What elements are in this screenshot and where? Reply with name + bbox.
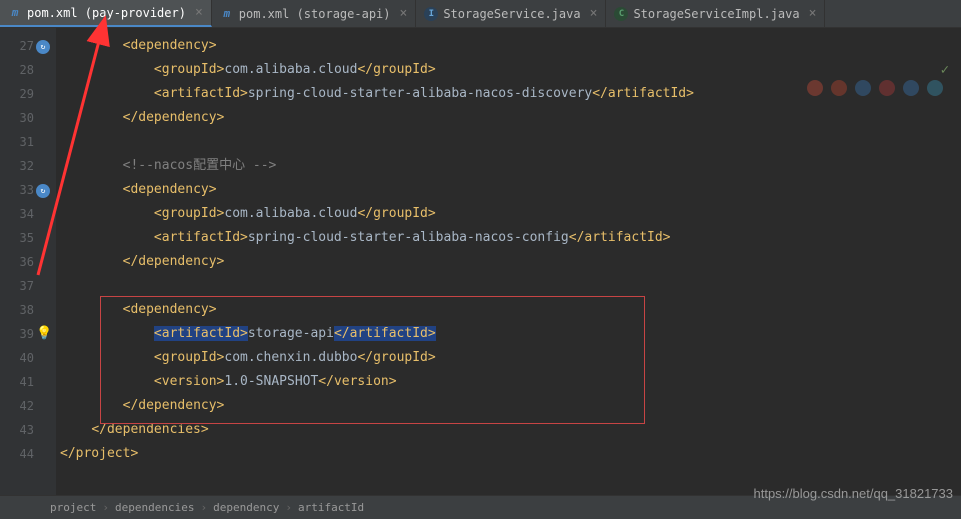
maven-icon: m (8, 6, 22, 20)
chrome-icon[interactable] (807, 80, 823, 96)
line-number: 30 (0, 106, 56, 130)
opera-icon[interactable] (879, 80, 895, 96)
tab-pom-storage-api[interactable]: m pom.xml (storage-api) × (212, 0, 417, 27)
code-line: <dependency> (56, 298, 961, 322)
code-line: <!--nacos配置中心 --> (56, 154, 961, 178)
close-icon[interactable]: × (400, 6, 408, 21)
line-number: 34 (0, 202, 56, 226)
tab-storage-service-impl[interactable]: C StorageServiceImpl.java × (606, 0, 825, 27)
bulb-icon[interactable]: 💡 (36, 322, 52, 346)
line-number: 42 (0, 394, 56, 418)
breadcrumb-item[interactable]: dependencies (113, 501, 196, 514)
line-number: 29 (0, 82, 56, 106)
breadcrumb-item[interactable]: dependency (211, 501, 281, 514)
tab-label: StorageService.java (443, 7, 580, 21)
breadcrumb-item[interactable]: artifactId (296, 501, 366, 514)
maven-icon: m (220, 7, 234, 21)
editor-tabs: m pom.xml (pay-provider) × m pom.xml (st… (0, 0, 961, 28)
code-line: </dependencies> (56, 418, 961, 442)
code-line (56, 130, 961, 154)
close-icon[interactable]: × (809, 6, 817, 21)
line-number: 44 (0, 442, 56, 466)
line-number: 37 (0, 274, 56, 298)
safari-icon[interactable] (855, 80, 871, 96)
tab-label: StorageServiceImpl.java (633, 7, 799, 21)
line-number: 38 (0, 298, 56, 322)
code-area[interactable]: <dependency> <groupId>com.alibaba.cloud<… (56, 28, 961, 495)
line-number: 32 (0, 154, 56, 178)
code-line (56, 274, 961, 298)
java-class-icon: C (614, 7, 628, 21)
gutter-mark-icon[interactable]: ↻ (36, 184, 50, 198)
tab-label: pom.xml (storage-api) (239, 7, 391, 21)
firefox-icon[interactable] (831, 80, 847, 96)
close-icon[interactable]: × (195, 5, 203, 20)
code-line: <artifactId>spring-cloud-starter-alibaba… (56, 226, 961, 250)
code-line: <version>1.0-SNAPSHOT</version> (56, 370, 961, 394)
tab-label: pom.xml (pay-provider) (27, 6, 186, 20)
code-line: </project> (56, 442, 961, 466)
tab-storage-service[interactable]: I StorageService.java × (416, 0, 606, 27)
line-number: 28 (0, 58, 56, 82)
line-number: 35 (0, 226, 56, 250)
close-icon[interactable]: × (590, 6, 598, 21)
breadcrumb-item[interactable]: project (48, 501, 98, 514)
code-line: </dependency> (56, 106, 961, 130)
line-number: 43 (0, 418, 56, 442)
editor-container: 27 28 29 30 31 32 33 34 35 36 37 38 39 4… (0, 28, 961, 495)
ie-icon[interactable] (903, 80, 919, 96)
code-line: <artifactId>storage-api</artifactId> (56, 322, 961, 346)
code-line: </dependency> (56, 394, 961, 418)
line-number: 40 (0, 346, 56, 370)
java-interface-icon: I (424, 7, 438, 21)
code-line: <dependency> (56, 34, 961, 58)
code-line: </dependency> (56, 250, 961, 274)
gutter-mark-icon[interactable]: ↻ (36, 40, 50, 54)
chevron-right-icon: › (200, 501, 207, 514)
code-line: <groupId>com.chenxin.dubbo</groupId> (56, 346, 961, 370)
chevron-right-icon: › (102, 501, 109, 514)
tab-pom-pay-provider[interactable]: m pom.xml (pay-provider) × (0, 0, 212, 27)
browser-preview-icons (807, 80, 943, 96)
line-number: 31 (0, 130, 56, 154)
line-number (0, 466, 56, 490)
code-line: <dependency> (56, 178, 961, 202)
inspection-ok-icon[interactable]: ✓ (941, 62, 949, 78)
edge-icon[interactable] (927, 80, 943, 96)
code-line: <groupId>com.alibaba.cloud</groupId> (56, 202, 961, 226)
gutter: 27 28 29 30 31 32 33 34 35 36 37 38 39 4… (0, 28, 56, 495)
line-number: 36 (0, 250, 56, 274)
line-number: 41 (0, 370, 56, 394)
chevron-right-icon: › (285, 501, 292, 514)
watermark: https://blog.csdn.net/qq_31821733 (754, 486, 954, 501)
code-line: <groupId>com.alibaba.cloud</groupId> (56, 58, 961, 82)
